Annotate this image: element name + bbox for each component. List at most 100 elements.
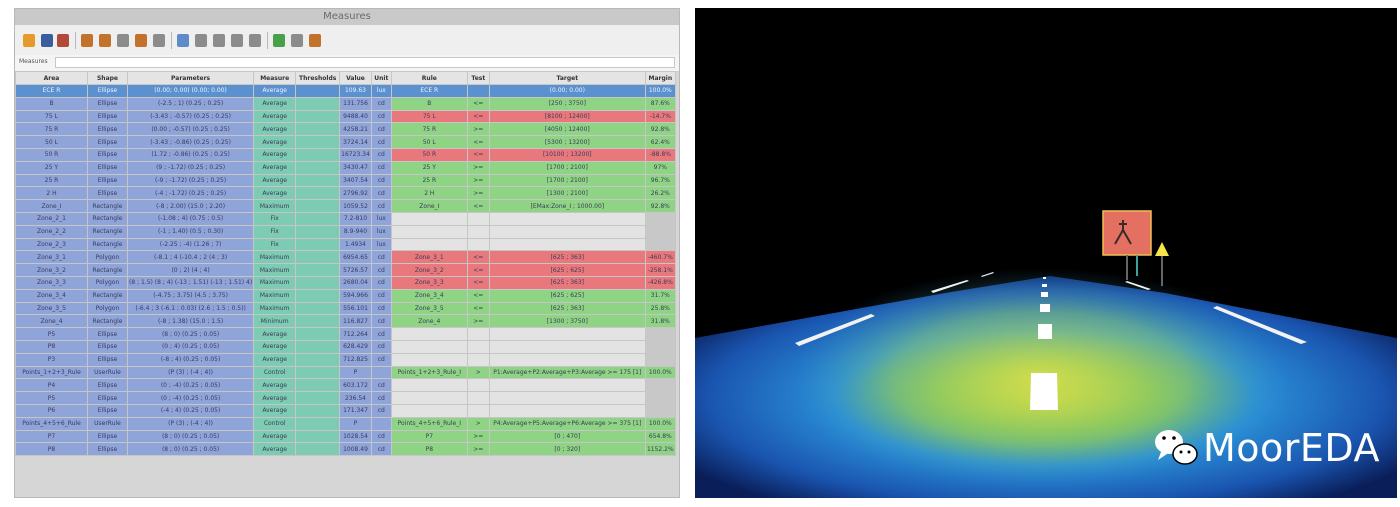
- chart-icon[interactable]: [195, 34, 207, 47]
- column-header[interactable]: Margin: [644, 71, 676, 85]
- play-icon[interactable]: [231, 34, 243, 47]
- table-row[interactable]: Zone_2_1 Rectangle (-1.08 ; 4) (0.75 ; 0.5…: [15, 211, 676, 226]
- table-row[interactable]: P6 Ellipse (-4 ; 4) (0.25 ; 0.05) Average 17…: [15, 403, 676, 418]
- color-map-icon[interactable]: [177, 34, 189, 47]
- table-row[interactable]: Zone_3_1 Polygon (-8.1 ; 4 (-10.4 ; 2 (4 ;…: [15, 250, 676, 265]
- table-row[interactable]: P5 Ellipse (8 ; 0) (0.25 ; 0.05) Average 712…: [15, 327, 676, 341]
- add-polygon-icon[interactable]: [117, 34, 129, 47]
- cell-margin: 26.2%: [644, 186, 676, 201]
- cell-shape: Ellipse: [87, 429, 128, 444]
- table-row[interactable]: 2 H Ellipse (-4 ; -1.72) (0.25 ; 0.25) Aver…: [15, 186, 676, 201]
- cell-params: (0.00 ; -0.57) (0.25 ; 0.25): [126, 122, 255, 137]
- table-row[interactable]: ECE R Ellipse (0.00; 0.00) (0.00; 0.00) Ave…: [15, 84, 676, 98]
- column-header[interactable]: Parameters: [126, 71, 255, 85]
- cell-shape: Polygon: [87, 250, 128, 265]
- cell-area: 50 L: [15, 135, 88, 149]
- column-header[interactable]: Target: [488, 71, 646, 85]
- cell-unit: cd: [370, 186, 392, 201]
- cell-test: [466, 327, 490, 341]
- cell-thresholds: [295, 403, 341, 418]
- cell-thresholds: [295, 96, 341, 111]
- cell-params: (-6.4 ; 3 (-6.1 ; 0.03) (2.6 ; 1.5 ; 0.5…: [126, 301, 255, 316]
- center-dash: [1042, 284, 1047, 287]
- cell-value: 1008.49: [339, 442, 372, 457]
- table-row[interactable]: P8 Ellipse (8 ; 0) (0.25 ; 0.05) Average 100…: [15, 442, 676, 457]
- cell-thresholds: [295, 224, 341, 239]
- table-row[interactable]: Points_1+2+3_Rule UserRule (P (3) ; (-4 ; …: [15, 365, 676, 380]
- cell-params: (8 ; 0) (0.25 ; 0.05): [126, 327, 255, 341]
- table-row[interactable]: P8 Ellipse (0 ; 4) (0.25 ; 0.05) Average 628…: [15, 339, 676, 354]
- table-row[interactable]: Points_4+5+6_Rule UserRule (P (3) ; (-4 ; …: [15, 416, 676, 431]
- add-ellipse-icon[interactable]: [81, 34, 93, 47]
- cell-margin: [644, 339, 676, 354]
- save-icon[interactable]: [41, 34, 53, 47]
- table-row[interactable]: 50 L Ellipse (-3.43 ; -0.86) (0.25 ; 0.25)…: [15, 135, 676, 149]
- table-row[interactable]: P4 Ellipse (0 ; -4) (0.25 ; 0.05) Average 60…: [15, 378, 676, 393]
- table-row[interactable]: Zone_3_5 Polygon (-6.4 ; 3 (-6.1 ; 0.03) (…: [15, 301, 676, 316]
- help-icon[interactable]: [309, 34, 321, 47]
- cell-measure: Average: [253, 135, 297, 149]
- table-row[interactable]: 25 R Ellipse (-9 ; -1.72) (0.25 ; 0.25) Ave…: [15, 173, 676, 188]
- export-icon[interactable]: [57, 34, 69, 47]
- cell-target: P4:Average+P5:Average+P6:Average >= 375 …: [488, 416, 646, 431]
- table-row[interactable]: B Ellipse (-2.5 ; 1) (0.25 ; 0.25) Average 1…: [15, 96, 676, 111]
- cell-thresholds: [295, 160, 341, 175]
- table-row[interactable]: P7 Ellipse (8 ; 0) (0.25 ; 0.05) Average 102…: [15, 429, 676, 444]
- table-header: Area Shape Parameters Measure Thresholds Valu…: [15, 71, 676, 85]
- cell-area: P7: [15, 429, 88, 444]
- column-header[interactable]: Thresholds: [295, 71, 341, 85]
- cell-unit: cd: [370, 173, 392, 188]
- cell-unit: cd: [370, 147, 392, 162]
- column-header[interactable]: Shape: [87, 71, 128, 85]
- cell-unit: cd: [370, 327, 392, 341]
- cell-measure: Fix: [253, 237, 297, 252]
- column-header[interactable]: Test: [466, 71, 490, 85]
- cell-test: >: [466, 365, 490, 380]
- zoom-icon[interactable]: [273, 34, 285, 47]
- cell-margin: 87.6%: [644, 96, 676, 111]
- table-row[interactable]: Zone_3_2 Rectangle (0 ; 2) (4 ; 4) Maximum 5…: [15, 263, 676, 277]
- column-header[interactable]: Rule: [390, 71, 468, 85]
- stop-icon[interactable]: [249, 34, 261, 47]
- cell-shape: Polygon: [87, 301, 128, 316]
- cell-target: [625 ; 363]: [488, 250, 646, 265]
- cell-value: 3407.54: [339, 173, 372, 188]
- cell-rule: Zone_3_5: [390, 301, 468, 316]
- settings-icon[interactable]: [291, 34, 303, 47]
- cell-rule: 2 H: [390, 186, 468, 201]
- table-row[interactable]: Zone_I Rectangle (-8 ; 2.00) (15.0 ; 2.20)…: [15, 199, 676, 213]
- warning-sign-icon: [1155, 242, 1169, 256]
- table-row[interactable]: 50 R Ellipse (1.72 ; -0.86) (0.25 ; 0.25) A…: [15, 147, 676, 162]
- cell-area: Zone_3_2: [15, 263, 88, 277]
- filter-icon[interactable]: [213, 34, 225, 47]
- cell-value: 109.63: [339, 84, 372, 98]
- cell-area: Points_1+2+3_Rule: [15, 365, 88, 380]
- table-row[interactable]: Zone_2_2 Rectangle (-1 ; 1.40) (0.5 ; 0.30…: [15, 224, 676, 239]
- table-row[interactable]: Zone_3_3 Polygon (8 ; 1.5) (8 ; 4) (-13 ; …: [15, 275, 676, 290]
- column-header[interactable]: Unit: [370, 71, 392, 85]
- cell-margin: 25.8%: [644, 301, 676, 316]
- table-row[interactable]: 25 Y Ellipse (9 ; -1.72) (0.25 ; 0.25) Aver…: [15, 160, 676, 175]
- add-rule-icon[interactable]: [135, 34, 147, 47]
- column-header[interactable]: Measure: [253, 71, 297, 85]
- column-header[interactable]: Value: [339, 71, 372, 85]
- table-row[interactable]: Zone_3_4 Rectangle (-4.75 ; 3.75) (4.5 ; 3…: [15, 288, 676, 303]
- cell-value: 556.101: [339, 301, 372, 316]
- cell-thresholds: [295, 173, 341, 188]
- cell-rule: [390, 352, 468, 367]
- open-icon[interactable]: [23, 34, 35, 47]
- table-row[interactable]: P5 Ellipse (0 ; -4) (0.25 ; 0.05) Average 23…: [15, 391, 676, 405]
- table-row[interactable]: Zone_2_3 Rectangle (-2.25 ; -4) (1.26 ; 7)…: [15, 237, 676, 252]
- grid-icon[interactable]: [153, 34, 165, 47]
- table-row[interactable]: 75 R Ellipse (0.00 ; -0.57) (0.25 ; 0.25) A…: [15, 122, 676, 137]
- table-row[interactable]: Zone_4 Rectangle (-8 ; 1.38) (15.0 ; 1.5) M…: [15, 314, 676, 329]
- table-row[interactable]: 75 L Ellipse (-3.43 ; -0.57) (0.25 ; 0.25)…: [15, 109, 676, 124]
- cell-area: 25 Y: [15, 160, 88, 175]
- cell-test: [466, 237, 490, 252]
- column-header[interactable]: Area: [15, 71, 88, 85]
- table-row[interactable]: P3 Ellipse (-8 ; 4) (0.25 ; 0.05) Average 71…: [15, 352, 676, 367]
- cell-target: [488, 211, 646, 226]
- filter-input[interactable]: [55, 57, 675, 68]
- add-rectangle-icon[interactable]: [99, 34, 111, 47]
- cell-test: <=: [466, 301, 490, 316]
